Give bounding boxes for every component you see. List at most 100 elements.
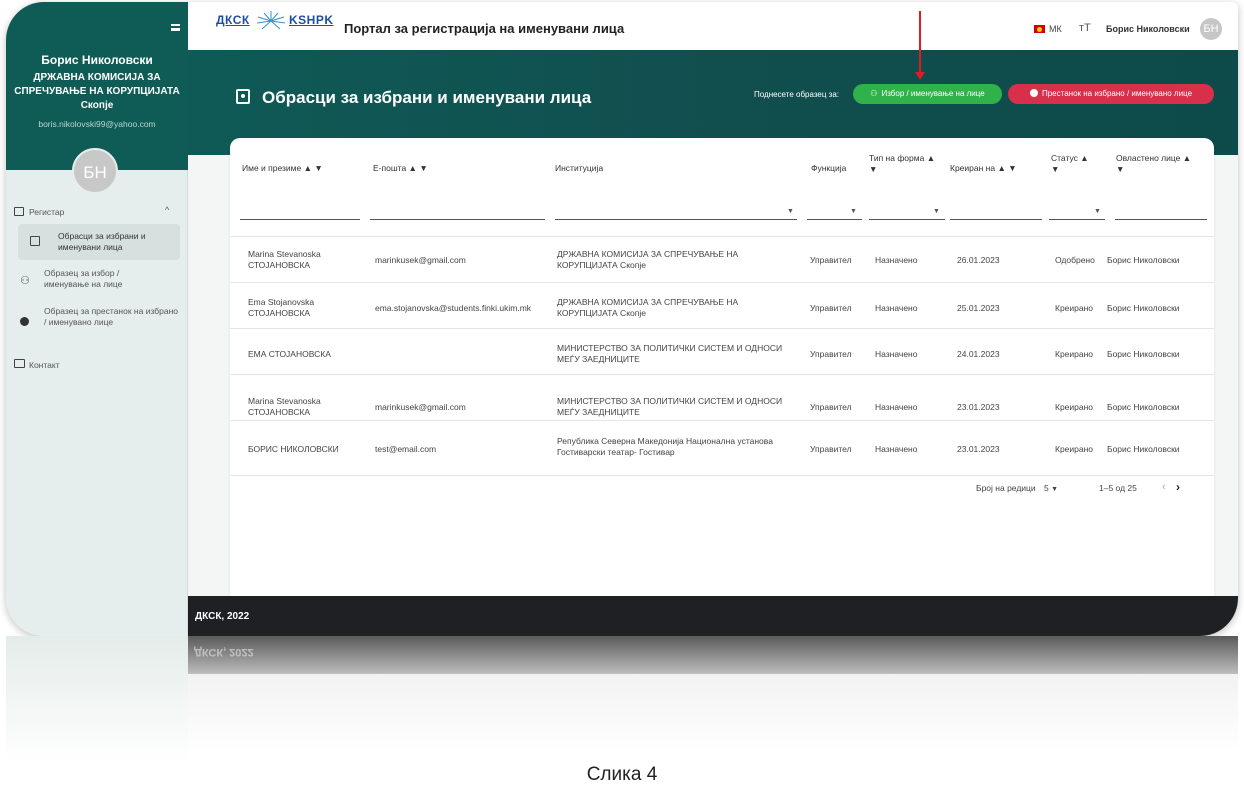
cell-name: БОРИС НИКОЛОВСКИ bbox=[248, 444, 339, 455]
filter-institution-select[interactable] bbox=[555, 219, 797, 220]
cell-name: Ema Stojanovska СТОЈАНОВСКА bbox=[248, 297, 314, 319]
column-header-name[interactable]: Име и презиме ▲ ▼ bbox=[242, 163, 323, 174]
column-header-label: Е-пошта bbox=[373, 163, 407, 173]
filter-form-type-select[interactable] bbox=[869, 219, 945, 220]
sidebar-user-name: Борис Николовски bbox=[41, 53, 153, 67]
cell-institution: МИНИСТЕРСТВО ЗА ПОЛИТИЧКИ СИСТЕМ И ОДНОС… bbox=[557, 396, 782, 418]
sidebar-item-election-form[interactable]: ⚇ Образец за избор / именување на лице bbox=[6, 268, 188, 296]
sidebar-user-organization: ДРЖАВНА КОМИСИЈА ЗА СПРЕЧУВАЊЕ НА КОРУПЦ… bbox=[14, 72, 180, 111]
column-header-label: Тип на форма bbox=[869, 153, 925, 163]
language-selector[interactable]: МК bbox=[1049, 24, 1062, 34]
flag-icon[interactable] bbox=[1034, 25, 1045, 33]
forms-table: Име и презиме ▲ ▼ Е-пошта ▲ ▼ Институциј… bbox=[230, 138, 1214, 598]
column-header-form-type[interactable]: Тип на форма ▲ ▼ bbox=[869, 153, 935, 175]
cell-created: 25.01.2023 bbox=[957, 303, 1000, 313]
sidebar-item-forms[interactable]: Обрасци за избрани и именувани лица bbox=[18, 224, 180, 260]
sidebar-item-contact[interactable]: Контакт bbox=[6, 358, 188, 372]
cell-form-type: Назначено bbox=[875, 402, 918, 412]
sidebar-avatar: БН bbox=[72, 148, 118, 194]
column-header-status[interactable]: Статус ▲ ▼ bbox=[1051, 153, 1089, 175]
cell-institution-line2: КОРУПЦИЈАТА Скопје bbox=[557, 260, 646, 270]
logo-text-right: KSHPK bbox=[289, 13, 334, 27]
column-header-institution[interactable]: Институција bbox=[555, 163, 603, 174]
filter-function-select[interactable] bbox=[807, 219, 862, 220]
logo[interactable]: ДКСК KSHPK bbox=[216, 11, 340, 39]
cell-institution: МИНИСТЕРСТВО ЗА ПОЛИТИЧКИ СИСТЕМ И ОДНОС… bbox=[557, 343, 782, 365]
filter-authorized-input[interactable] bbox=[1115, 219, 1207, 220]
avatar[interactable]: БН bbox=[1200, 18, 1222, 40]
cell-email: ema.stojanovska@students.finki.ukim.mk bbox=[375, 303, 532, 313]
cell-created: 23.01.2023 bbox=[957, 444, 1000, 454]
sidebar-user-email: boris.nikolovski99@yahoo.com bbox=[38, 119, 156, 129]
filter-name-input[interactable] bbox=[240, 219, 360, 220]
cell-institution-line2: МЕЃУ ЗАЕДНИЦИТЕ bbox=[557, 354, 640, 364]
cell-email: test@email.com bbox=[375, 444, 437, 454]
termination-form-button[interactable]: Престанок на избрано / именувано лице bbox=[1008, 84, 1214, 104]
cell-email: marinkusek@gmail.com bbox=[375, 402, 466, 412]
cell-form-type: Назначено bbox=[875, 444, 918, 454]
cell-institution-line1: ДРЖАВНА КОМИСИЈА ЗА СПРЕЧУВАЊЕ НА bbox=[557, 249, 739, 259]
chevron-down-icon[interactable]: ▼ bbox=[1094, 208, 1101, 215]
sidebar-item-register[interactable]: Регистар ^ bbox=[6, 205, 188, 219]
rows-per-page-value: 5 bbox=[1044, 483, 1049, 493]
form-icon bbox=[236, 89, 250, 104]
election-form-button[interactable]: ⚇ Избор / именување на лице bbox=[853, 84, 1002, 104]
filter-created-input[interactable] bbox=[950, 219, 1042, 220]
cell-status: Креирано bbox=[1055, 303, 1094, 313]
reflection-footer-text: ДКСК, 2022 bbox=[194, 646, 254, 658]
cell-institution-line1: ДРЖАВНА КОМИСИЈА ЗА СПРЕЧУВАЊЕ НА bbox=[557, 297, 739, 307]
column-header-email[interactable]: Е-пошта ▲ ▼ bbox=[373, 163, 428, 174]
cell-authorized: Борис Николовски bbox=[1107, 255, 1180, 265]
chevron-down-icon[interactable]: ▼ bbox=[787, 208, 794, 215]
menu-toggle-icon[interactable] bbox=[171, 24, 180, 31]
cell-name: ЕМА СТОЈАНОВСКА bbox=[248, 349, 331, 360]
column-header-function[interactable]: Функција bbox=[811, 163, 846, 174]
sidebar-item-termination-form[interactable]: Образец за престанок на избрано / именув… bbox=[6, 306, 188, 346]
cell-created: 23.01.2023 bbox=[957, 402, 1000, 412]
remove-circle-icon bbox=[20, 317, 29, 326]
column-header-created[interactable]: Креиран на ▲ ▼ bbox=[950, 163, 1017, 174]
previous-page-icon[interactable]: ‹ bbox=[1162, 481, 1166, 493]
cell-name-line2: СТОЈАНОВСКА bbox=[248, 260, 311, 270]
column-header-label: Име и презиме bbox=[242, 163, 302, 173]
app-window: Борис Николовски ДРЖАВНА КОМИСИЈА ЗА СПР… bbox=[6, 2, 1238, 636]
cell-name-line1: Marina Stevanoska bbox=[248, 249, 321, 259]
chevron-down-icon[interactable]: ▼ bbox=[850, 208, 857, 215]
sidebar: Борис Николовски ДРЖАВНА КОМИСИЈА ЗА СПР… bbox=[6, 2, 188, 636]
cell-status: Креирано bbox=[1055, 444, 1094, 454]
column-header-authorized[interactable]: Овластено лице ▲ ▼ bbox=[1116, 153, 1191, 175]
table-row[interactable]: Marina Stevanoska СТОЈАНОВСКА marinkusek@… bbox=[230, 375, 1214, 421]
rows-per-page-select[interactable]: 5 ▼ bbox=[1044, 483, 1058, 493]
cell-authorized: Борис Николовски bbox=[1107, 402, 1180, 412]
cell-authorized: Борис Николовски bbox=[1107, 349, 1180, 359]
font-size-icon[interactable]: ᴛT bbox=[1079, 22, 1091, 34]
filter-email-input[interactable] bbox=[370, 219, 545, 220]
register-icon bbox=[14, 207, 24, 216]
cell-function: Управител bbox=[810, 402, 852, 412]
cell-function: Управител bbox=[810, 349, 852, 359]
cell-created: 24.01.2023 bbox=[957, 349, 1000, 359]
sidebar-item-label: Контакт bbox=[29, 360, 60, 370]
cell-institution-line2: Гостиварски театар- Гостивар bbox=[557, 447, 675, 457]
chevron-down-icon[interactable]: ▼ bbox=[933, 208, 940, 215]
filter-status-select[interactable] bbox=[1049, 219, 1105, 220]
next-page-icon[interactable]: › bbox=[1176, 480, 1180, 494]
chevron-up-icon: ^ bbox=[165, 205, 170, 215]
top-user-name[interactable]: Борис Николовски bbox=[1106, 24, 1190, 34]
cell-function: Управител bbox=[810, 444, 852, 454]
table-row[interactable]: Ema Stojanovska СТОЈАНОВСКА ema.stojanovs… bbox=[230, 283, 1214, 329]
sidebar-item-label: Регистар bbox=[29, 207, 65, 217]
cell-institution-line1: МИНИСТЕРСТВО ЗА ПОЛИТИЧКИ СИСТЕМ И ОДНОС… bbox=[557, 396, 783, 406]
table-row[interactable]: БОРИС НИКОЛОВСКИ test@email.com Републик… bbox=[230, 430, 1214, 476]
cell-created: 26.01.2023 bbox=[957, 255, 1000, 265]
table-row[interactable]: ЕМА СТОЈАНОВСКА МИНИСТЕРСТВО ЗА ПОЛИТИЧК… bbox=[230, 329, 1214, 375]
cell-authorized: Борис Николовски bbox=[1107, 303, 1180, 313]
table-row[interactable]: Marina Stevanoska СТОЈАНОВСКА marinkusek@… bbox=[230, 237, 1214, 283]
termination-form-button-label: Престанок на избрано / именувано лице bbox=[1041, 89, 1193, 98]
cell-form-type: Назначено bbox=[875, 255, 918, 265]
cell-institution: ДРЖАВНА КОМИСИЈА ЗА СПРЕЧУВАЊЕ НА КОРУПЦИ… bbox=[557, 297, 738, 319]
column-header-label: Овластено лице bbox=[1116, 153, 1181, 163]
cell-name-line1: Marina Stevanoska bbox=[248, 396, 321, 406]
contact-card-icon bbox=[14, 359, 25, 368]
sidebar-item-label: Обрасци за избрани и именувани лица bbox=[58, 231, 146, 252]
